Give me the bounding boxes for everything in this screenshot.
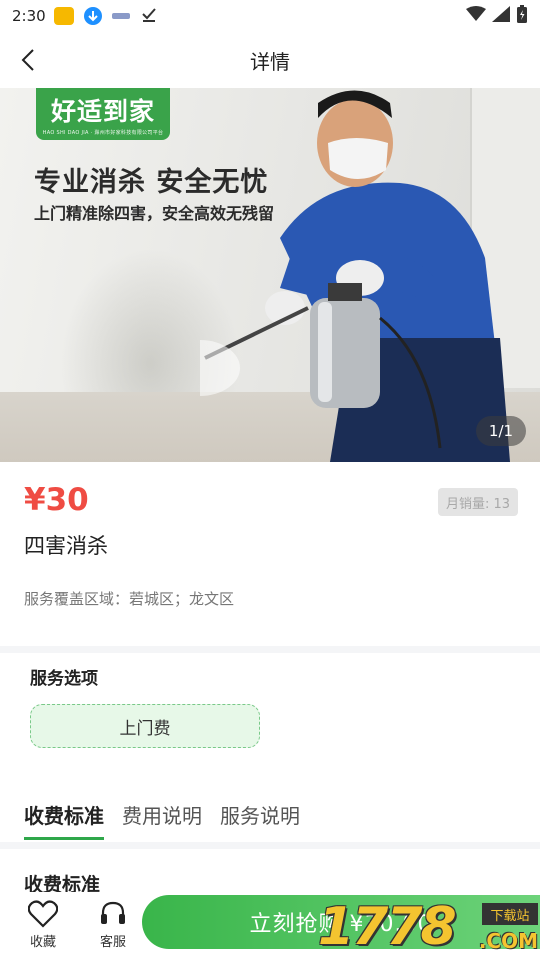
banner-headline: 专业消杀 安全无忧 — [34, 167, 269, 198]
section-divider — [0, 646, 540, 653]
notification-icons — [53, 5, 158, 27]
product-price: ¥30 — [24, 482, 89, 518]
back-button[interactable] — [14, 46, 42, 74]
product-name: 四害消杀 — [24, 534, 108, 558]
brand-logo-subtext: HAO SHI DAO JIA · 滁州市好家科技有限公司平台 — [42, 130, 164, 136]
task-done-icon — [140, 5, 158, 27]
detail-tabs: 收费标准 费用说明 服务说明 — [24, 800, 300, 840]
app-notification-icon — [53, 7, 74, 25]
heart-icon — [28, 900, 58, 928]
system-icons — [466, 5, 528, 27]
tab-service-description[interactable]: 服务说明 — [220, 800, 300, 840]
brand-logo-text: 好适到家 — [50, 97, 155, 126]
battery-icon — [516, 5, 528, 27]
favorite-button[interactable]: 收藏 — [18, 900, 68, 950]
status-time: 2:30 — [12, 7, 46, 25]
tab-fee-description[interactable]: 费用说明 — [122, 800, 202, 840]
favorite-label: 收藏 — [29, 935, 56, 950]
customer-service-button[interactable]: 客服 — [88, 900, 138, 950]
chevron-left-icon — [21, 49, 34, 71]
status-bar: 2:30 — [0, 0, 540, 32]
tabs-divider — [0, 842, 540, 849]
customer-service-label: 客服 — [99, 935, 126, 950]
tab-fee-standard[interactable]: 收费标准 — [24, 800, 104, 840]
service-coverage-area: 服务覆盖区域：菪城区；龙文区 — [24, 590, 235, 608]
image-counter: 1/1 — [476, 416, 526, 446]
download-notification-icon — [83, 7, 102, 25]
service-options-title: 服务选项 — [30, 669, 98, 689]
banner-subline: 上门精准除四害，安全高效无残留 — [34, 204, 275, 223]
signal-icon — [492, 6, 510, 26]
page: 2:30 详情 好适到家 HAO SHI DAO JIA · 滁州市好家科技有限… — [0, 0, 540, 960]
nav-bar: 详情 — [0, 32, 540, 88]
monthly-sales-badge: 月销量: 13 — [437, 488, 518, 516]
buy-now-button[interactable]: 立刻抢购 ¥30.00 — [142, 895, 540, 949]
headset-icon — [101, 901, 125, 924]
brand-logo: 好适到家 HAO SHI DAO JIA · 滁州市好家科技有限公司平台 — [36, 88, 170, 140]
brand-notification-icon — [111, 13, 130, 19]
pest-control-worker-image — [200, 90, 510, 462]
product-image-carousel[interactable]: 好适到家 HAO SHI DAO JIA · 滁州市好家科技有限公司平台 专业消… — [0, 88, 540, 462]
bottom-action-bar: 收藏 客服 立刻抢购 ¥30.00 — [0, 892, 540, 960]
service-option-chip[interactable]: 上门费 — [30, 704, 260, 748]
wifi-icon — [466, 6, 486, 26]
page-title: 详情 — [250, 49, 290, 74]
